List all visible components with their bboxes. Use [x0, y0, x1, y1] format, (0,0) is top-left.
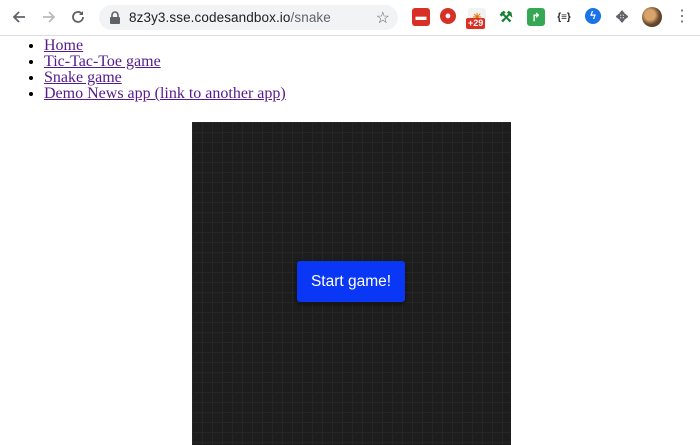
json-extension-icon[interactable]: {≡} [555, 8, 573, 26]
puzzle-extensions-icon[interactable]: ✥ [613, 8, 631, 26]
forward-arrow-icon[interactable] [38, 6, 60, 28]
start-game-button[interactable]: Start game! [297, 261, 405, 302]
snake-game-link[interactable]: Snake game [44, 69, 122, 86]
hammer-extension-icon[interactable]: ⚒ [497, 8, 515, 26]
adblock-icon[interactable]: ● [440, 8, 456, 24]
profile-avatar[interactable] [642, 7, 662, 27]
green-extension-icon[interactable]: ↱ [527, 8, 545, 26]
bookmark-star-icon[interactable]: ☆ [376, 8, 390, 28]
nav-item-home: Home [44, 38, 286, 54]
nav-item-snake: Snake game [44, 70, 286, 86]
more-menu-icon[interactable]: ⋮ [674, 7, 690, 27]
url-host: 8z3y3.sse.codesandbox.io [129, 10, 291, 25]
lock-icon [110, 11, 120, 24]
nav-item-news: Demo News app (link to another app) [44, 86, 286, 102]
url-text: 8z3y3.sse.codesandbox.io/snake [129, 10, 331, 25]
url-path: /snake [290, 10, 331, 25]
extension-badge: +29 [466, 18, 486, 29]
back-arrow-icon[interactable] [8, 6, 30, 28]
browser-toolbar: 8z3y3.sse.codesandbox.io/snake ☆ ▬ ● ☀ +… [0, 0, 700, 36]
site-nav: Home Tic-Tac-Toe game Snake game Demo Ne… [0, 38, 286, 102]
address-bar[interactable]: 8z3y3.sse.codesandbox.io/snake ☆ [99, 5, 398, 30]
demo-news-link[interactable]: Demo News app (link to another app) [44, 85, 286, 102]
nav-item-tictactoe: Tic-Tac-Toe game [44, 54, 286, 70]
home-link[interactable]: Home [44, 37, 83, 54]
extension-red-icon[interactable]: ▬ [412, 8, 430, 26]
snake-game-board: Start game! [192, 122, 511, 445]
lightning-extension-icon[interactable]: ϟ [585, 8, 601, 24]
tic-tac-toe-link[interactable]: Tic-Tac-Toe game [44, 53, 161, 70]
reload-icon[interactable] [67, 6, 89, 28]
